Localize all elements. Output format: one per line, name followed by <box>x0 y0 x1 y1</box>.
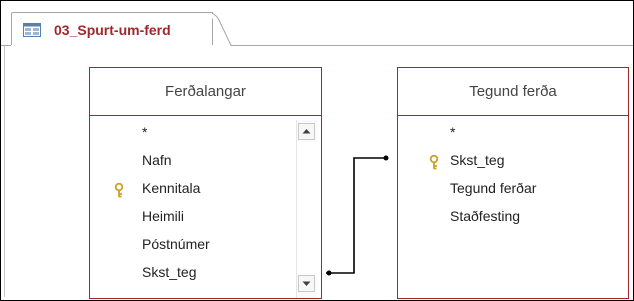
document-tab-strip: 03_Spurt-um-ferd <box>1 1 633 46</box>
query-design-window: 03_Spurt-um-ferd Ferðalangar * Nafn Kenn… <box>0 0 634 301</box>
query-design-canvas[interactable]: Ferðalangar * Nafn Kennitala Heimili Pós… <box>4 46 631 299</box>
relationship-join-line[interactable] <box>5 46 631 297</box>
document-tab-title: 03_Spurt-um-ferd <box>54 22 171 38</box>
document-tab[interactable]: 03_Spurt-um-ferd <box>11 12 213 45</box>
tab-edge <box>207 12 237 46</box>
query-design-icon <box>23 23 41 37</box>
